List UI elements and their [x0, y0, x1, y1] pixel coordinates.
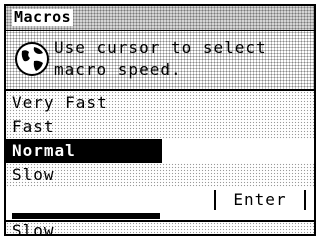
option-normal[interactable]: Normal	[6, 139, 162, 163]
prompt-line-1: Use cursor to select	[54, 38, 267, 57]
option-fast[interactable]: Fast	[6, 115, 314, 139]
prompt-line-2: macro speed.	[54, 60, 182, 79]
speed-options-list: Very Fast Fast Normal Slow	[6, 91, 314, 187]
title-bar: Macros	[6, 6, 314, 31]
window-title: Macros	[12, 8, 74, 26]
option-slow[interactable]: Slow	[6, 163, 314, 187]
option-very-fast[interactable]: Very Fast	[6, 91, 314, 115]
action-row: Enter	[6, 188, 314, 212]
background-list-item: Slow	[6, 220, 314, 234]
globe-icon	[15, 42, 49, 76]
macros-dialog: Macros Use cursor to select macro speed.…	[4, 4, 316, 236]
prompt-text: Use cursor to select macro speed.	[54, 37, 267, 81]
enter-button[interactable]: Enter	[214, 190, 306, 210]
background-highlight-bar	[12, 213, 160, 219]
prompt-area: Use cursor to select macro speed.	[6, 31, 314, 91]
